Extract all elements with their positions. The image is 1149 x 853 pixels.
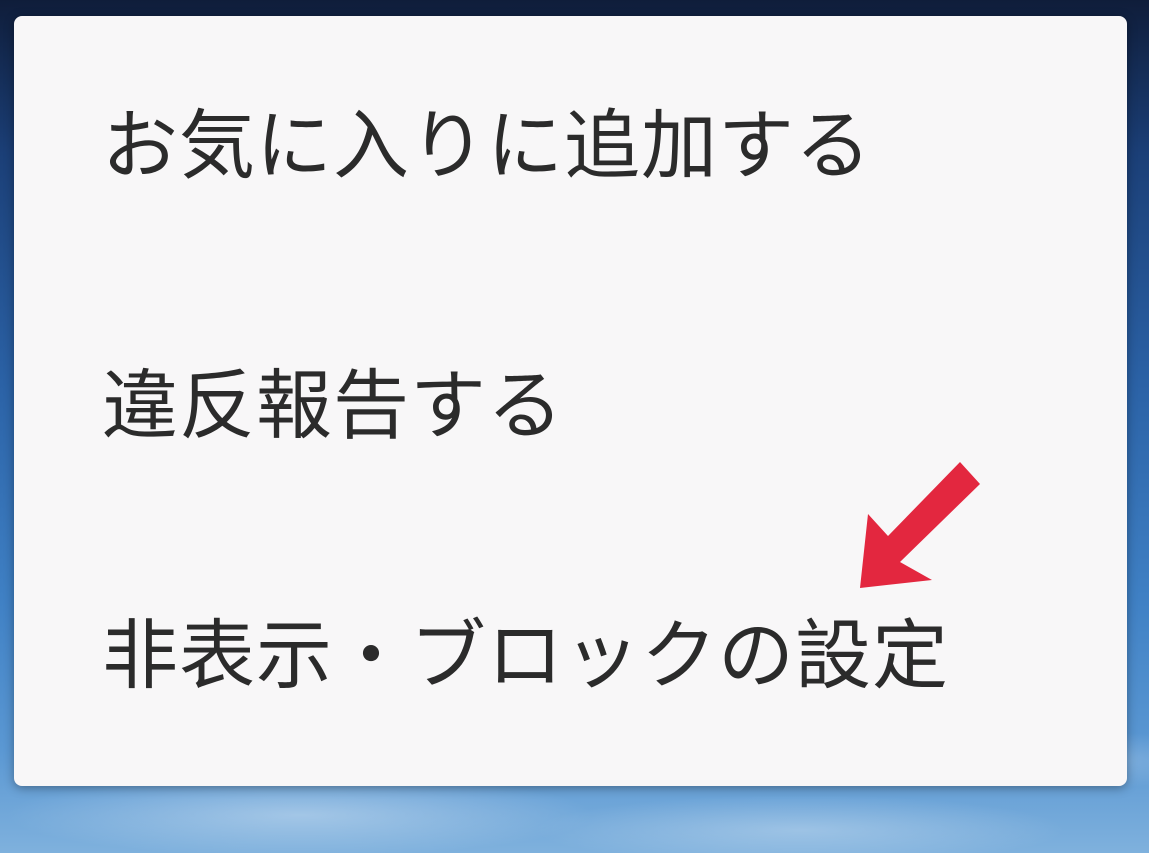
menu-item-add-favorite[interactable]: お気に入りに追加する [14, 26, 1127, 266]
menu-item-label: 違反報告する [102, 361, 564, 450]
red-arrow-icon [860, 462, 980, 588]
menu-item-label: お気に入りに追加する [102, 101, 872, 190]
context-menu: お気に入りに追加する 違反報告する 非表示・ブロックの設定 [14, 16, 1127, 786]
menu-item-label: 非表示・ブロックの設定 [102, 611, 949, 700]
